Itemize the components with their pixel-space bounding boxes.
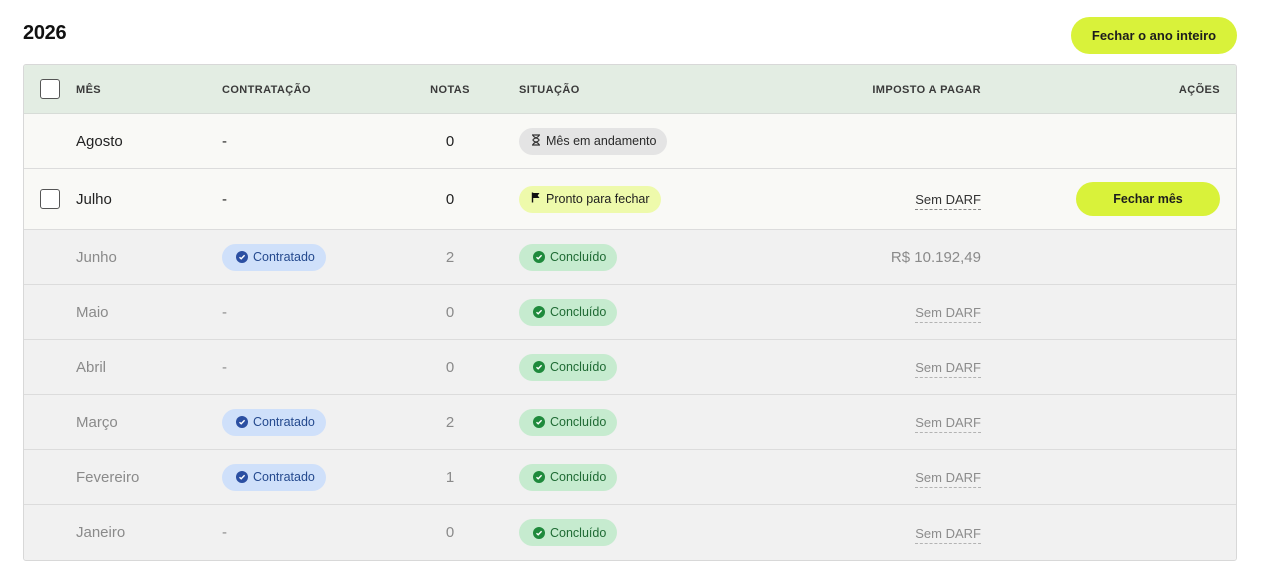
- check-circle-icon: [533, 251, 545, 263]
- hired-label: Contratado: [253, 470, 315, 484]
- notes-count: 2: [445, 248, 455, 266]
- hourglass-icon: [531, 133, 541, 149]
- hired-badge: Contratado: [222, 463, 326, 491]
- month-name: Julho: [76, 190, 112, 208]
- notes-count: 0: [445, 303, 455, 321]
- tax-value[interactable]: Sem DARF: [915, 470, 981, 488]
- status-label: Pronto para fechar: [546, 192, 650, 206]
- check-circle-icon: [533, 361, 545, 373]
- status-badge: Mês em andamento: [519, 127, 668, 155]
- column-header-status: SITUAÇÃO: [519, 83, 580, 96]
- hiring-value: -: [222, 524, 227, 541]
- month-name: Junho: [76, 248, 117, 266]
- hiring-value: -: [222, 303, 227, 321]
- hired-label: Contratado: [253, 415, 315, 429]
- check-circle-icon: [236, 471, 248, 483]
- month-name: Maio: [76, 303, 109, 321]
- check-circle-icon: [533, 306, 545, 318]
- table-row: Junho Contratado 2 Concluído R$ 10.192,4…: [24, 230, 1236, 285]
- tax-value[interactable]: Sem DARF: [915, 305, 981, 323]
- column-header-month: MÊS: [76, 83, 102, 96]
- tax-value[interactable]: Sem DARF: [915, 192, 981, 210]
- status-label: Concluído: [550, 360, 607, 374]
- close-year-button[interactable]: Fechar o ano inteiro: [1071, 17, 1237, 54]
- tax-value: R$ 10.192,49: [890, 248, 981, 266]
- month-name: Agosto: [76, 132, 123, 150]
- tax-value[interactable]: Sem DARF: [915, 415, 981, 433]
- check-circle-icon: [533, 526, 545, 539]
- close-month-button[interactable]: Fechar mês: [1076, 182, 1220, 216]
- hiring-value: -: [222, 132, 227, 150]
- notes-count: 0: [445, 358, 455, 376]
- row-checkbox[interactable]: [40, 189, 60, 209]
- status-badge: Concluído: [519, 519, 618, 546]
- month-name: Janeiro: [76, 524, 126, 541]
- column-header-actions: AÇÕES: [1178, 83, 1220, 96]
- hired-label: Contratado: [253, 250, 315, 264]
- year-title: 2026: [23, 22, 67, 44]
- column-header-tax: IMPOSTO A PAGAR: [872, 83, 981, 96]
- flag-icon: [531, 192, 541, 206]
- status-label: Concluído: [550, 415, 607, 429]
- check-circle-icon: [533, 471, 545, 483]
- status-badge: Concluído: [519, 408, 618, 436]
- table-row: Janeiro - 0 Concluído Sem DARF: [24, 505, 1236, 560]
- status-badge: Pronto para fechar: [519, 185, 661, 213]
- status-label: Concluído: [550, 525, 607, 540]
- table-row: Julho - 0 Pronto para fechar Sem DARF Fe…: [24, 169, 1236, 230]
- hired-badge: Contratado: [222, 243, 326, 271]
- hiring-value: -: [222, 358, 227, 376]
- status-badge: Concluído: [519, 298, 618, 326]
- notes-count: 2: [445, 413, 455, 431]
- status-label: Concluído: [550, 250, 607, 264]
- hired-badge: Contratado: [222, 408, 326, 436]
- month-name: Abril: [76, 358, 107, 376]
- status-label: Mês em andamento: [546, 134, 657, 148]
- column-header-notes: NOTAS: [430, 83, 470, 96]
- table-header: MÊS CONTRATAÇÃO NOTAS SITUAÇÃO IMPOSTO A…: [24, 65, 1236, 114]
- month-name: Fevereiro: [76, 468, 140, 486]
- status-badge: Concluído: [519, 463, 618, 491]
- months-table: MÊS CONTRATAÇÃO NOTAS SITUAÇÃO IMPOSTO A…: [23, 64, 1237, 561]
- month-name: Março: [76, 413, 118, 431]
- check-circle-icon: [236, 416, 248, 428]
- column-header-hiring: CONTRATAÇÃO: [222, 83, 311, 96]
- status-badge: Concluído: [519, 243, 618, 271]
- status-badge: Concluído: [519, 353, 618, 381]
- table-row: Fevereiro Contratado 1 Concluído Sem DAR…: [24, 450, 1236, 505]
- table-row: Agosto - 0 Mês em andamento: [24, 114, 1236, 169]
- notes-count: 0: [445, 190, 455, 208]
- table-row: Março Contratado 2 Concluído Sem DARF: [24, 395, 1236, 450]
- hiring-value: -: [222, 190, 227, 208]
- check-circle-icon: [236, 251, 248, 263]
- tax-value[interactable]: Sem DARF: [915, 526, 981, 544]
- notes-count: 0: [445, 524, 455, 541]
- table-row: Abril - 0 Concluído Sem DARF: [24, 340, 1236, 395]
- status-label: Concluído: [550, 305, 607, 319]
- notes-count: 0: [445, 132, 455, 150]
- table-row: Maio - 0 Concluído Sem DARF: [24, 285, 1236, 340]
- select-all-checkbox[interactable]: [40, 79, 60, 99]
- notes-count: 1: [445, 468, 455, 486]
- check-circle-icon: [533, 416, 545, 428]
- tax-value[interactable]: Sem DARF: [915, 360, 981, 378]
- status-label: Concluído: [550, 470, 607, 484]
